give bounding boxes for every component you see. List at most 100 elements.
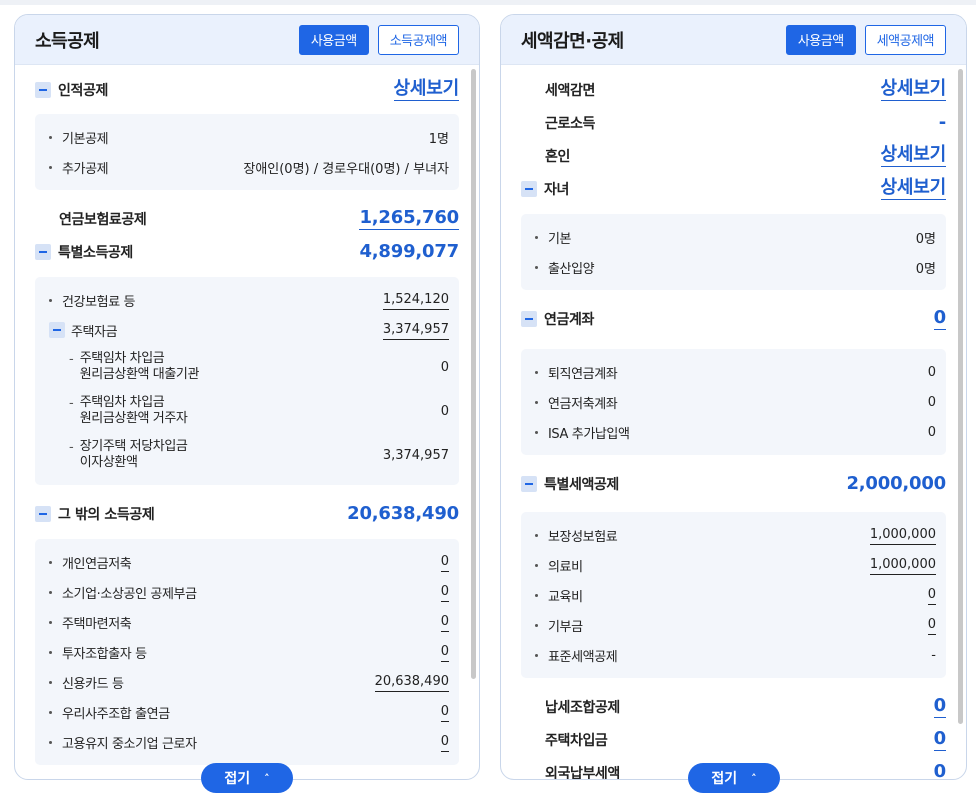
collapse-button[interactable]: 접기 ˄ [688,763,780,793]
other-deduction-value: 20,638,490 [347,503,459,524]
sub-list-item: - 주택임차 차입금 원리금상환액 대출기관 0 [69,351,449,382]
earned-income-label: 근로소득 [545,115,595,132]
list-item: 건강보험료 등 1,524,120 [49,285,449,315]
pension-insurance-label: 연금보험료공제 [59,211,147,228]
collapse-icon[interactable] [35,81,51,98]
item-value-link[interactable]: 0 [440,643,449,662]
children-detail-link[interactable]: 상세보기 [880,177,946,200]
used-amount-button[interactable]: 사용금액 [298,24,369,55]
marriage-label: 혼인 [545,148,570,165]
item-value: 0 [927,424,936,440]
list-item: 주택마련저축 0 [49,607,449,637]
marriage-row: 혼인 상세보기 [521,139,946,172]
item-value-link[interactable]: 0 [927,616,936,635]
item-value-link[interactable]: 3,374,957 [382,321,449,340]
pension-account-value[interactable]: 0 [933,307,946,330]
union-credit-value[interactable]: 0 [933,695,946,718]
item-label: 소기업·소상공인 공제부금 [62,586,197,602]
item-label: 투자조합출자 등 [62,646,147,662]
list-item: 추가공제 장애인(0명) / 경로우대(0명) / 부녀자 [49,152,449,182]
item-label: 신용카드 등 [62,676,124,692]
pension-insurance-value[interactable]: 1,265,760 [359,207,459,230]
item-value-link[interactable]: 0 [440,553,449,572]
collapse-icon[interactable] [521,475,537,492]
foreign-tax-value[interactable]: 0 [934,761,947,779]
item-label: 보장성보험료 [548,529,618,545]
personal-deduction-row: 인적공제 상세보기 [35,73,459,106]
special-deduction-row: 특별소득공제 4,899,077 [35,235,459,268]
top-strip [0,0,976,5]
collapse-icon[interactable] [35,505,51,522]
sub-list-item: - 주택임차 차입금 원리금상환액 거주자 0 [69,395,449,426]
sub-item-label: 원리금상환액 대출기관 [79,367,200,382]
item-value-link[interactable]: 1,524,120 [382,291,449,310]
scrollbar[interactable] [471,69,476,679]
special-credit-label: 특별세액공제 [544,476,619,493]
collapse-icon[interactable] [521,310,537,327]
union-credit-label: 납세조합공제 [545,699,620,716]
deduction-amount-button[interactable]: 소득공제액 [377,24,459,55]
other-deduction-row: 그 밖의 소득공제 20,638,490 [35,497,459,530]
pension-account-label: 연금계좌 [544,311,594,328]
foreign-tax-label: 외국납부세액 [545,765,620,780]
list-item: ISA 추가납입액 0 [535,417,936,447]
list-item: 소기업·소상공인 공제부금 0 [49,577,449,607]
collapse-icon[interactable] [49,322,65,338]
sub-list-item: - 장기주택 저당차입금 이자상환액 3,374,957 [69,439,449,470]
list-item: 보장성보험료 1,000,000 [535,520,936,550]
collapse-button[interactable]: 접기 ˄ [201,763,293,793]
personal-deduction-label: 인적공제 [58,82,108,99]
used-amount-button[interactable]: 사용금액 [785,24,856,55]
special-credit-box: 보장성보험료 1,000,000 의료비 1,000,000 교육비 0 기부금 0 표… [521,512,946,678]
list-item: 우리사주조합 출연금 0 [49,697,449,727]
item-value: 0 [927,394,936,410]
item-value-link[interactable]: 0 [440,703,449,722]
item-value-link[interactable]: 0 [440,613,449,632]
sub-item-label: 원리금상환액 거주자 [79,411,188,426]
item-value-link[interactable]: 0 [440,733,449,752]
tax-reduction-detail-link[interactable]: 상세보기 [880,78,946,101]
pension-insurance-row: 연금보험료공제 1,265,760 [35,202,459,235]
credit-amount-button[interactable]: 세액공제액 [864,24,946,55]
marriage-detail-link[interactable]: 상세보기 [880,144,946,167]
children-row: 자녀 상세보기 [521,172,946,205]
sub-item-value: 0 [440,403,449,419]
item-value-link[interactable]: 0 [440,583,449,602]
earned-income-row: 근로소득 - [521,106,946,139]
chevron-up-icon: ˄ [264,771,270,785]
panel-body[interactable]: 세액감면 상세보기 근로소득 - 혼인 상세보기 자녀 상세보기 기본 0명 출산… [501,65,966,779]
scrollbar[interactable] [958,69,963,724]
list-item: 의료비 1,000,000 [535,550,936,580]
collapse-icon[interactable] [521,180,537,197]
item-value-link[interactable]: 0 [927,586,936,605]
children-box: 기본 0명 출산입양 0명 [521,214,946,290]
panel-title: 소득공제 [35,30,100,52]
union-credit-row: 납세조합공제 0 [521,690,946,723]
list-item: 개인연금저축 0 [49,547,449,577]
list-item: 기본공제 1명 [49,122,449,152]
item-label: 출산입양 [548,261,595,277]
item-value-link[interactable]: 20,638,490 [374,673,449,692]
sub-item-label: 주택임차 차입금 [79,351,165,366]
item-value-link[interactable]: 1,000,000 [869,526,936,545]
housing-loan-row: 주택차입금 0 [521,723,946,756]
personal-detail-link[interactable]: 상세보기 [393,78,459,101]
special-deduction-label: 특별소득공제 [58,244,133,261]
item-label: ISA 추가납입액 [548,426,630,442]
earned-income-value: - [938,112,946,133]
panel-body[interactable]: 인적공제 상세보기 기본공제 1명 추가공제 장애인(0명) / 경로우대(0명… [15,65,479,779]
collapse-icon[interactable] [35,243,51,260]
item-label: 연금저축계좌 [548,396,618,412]
item-value: 1명 [428,131,449,147]
item-value-link[interactable]: 1,000,000 [869,556,936,575]
collapse-button-label: 접기 [224,771,251,787]
item-label: 퇴직연금계좌 [548,366,618,382]
item-value: 0명 [915,231,936,247]
sub-item-value: 0 [440,359,449,375]
list-item: 출산입양 0명 [535,252,936,282]
sub-item-label: 주택임차 차입금 [79,395,165,410]
item-label: 추가공제 [62,161,109,177]
item-label: 고용유지 중소기업 근로자 [62,736,197,752]
item-value: 0 [927,364,936,380]
housing-loan-value[interactable]: 0 [933,728,946,751]
